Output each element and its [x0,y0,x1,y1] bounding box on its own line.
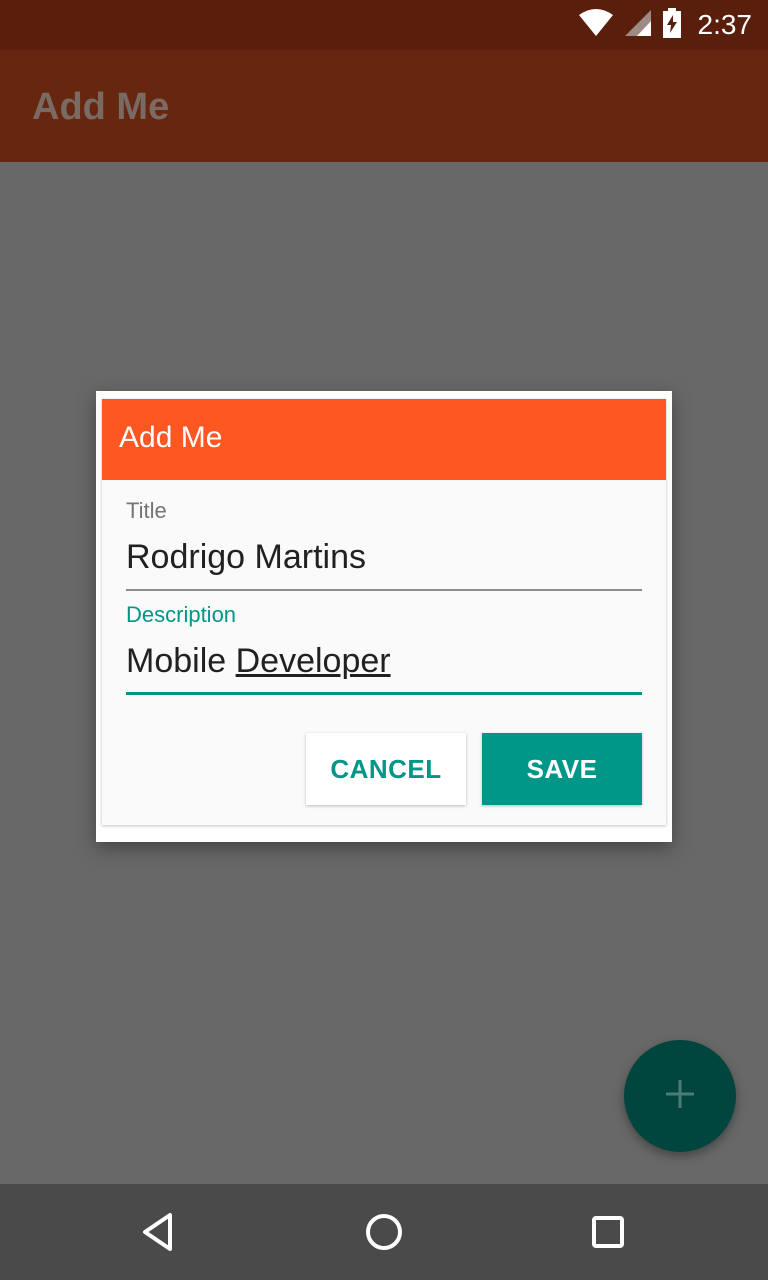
home-icon[interactable] [360,1208,408,1256]
wifi-icon [578,8,614,42]
description-label: Description [126,602,237,627]
description-underline [126,692,642,695]
battery-charging-icon [662,7,682,43]
description-value-prefix: Mobile [126,642,236,680]
dialog-title: Add Me [119,421,223,454]
dialog-card: Add Me Title Description Mobile Develope… [102,399,666,825]
dialog-header: Add Me [102,399,666,480]
save-button[interactable]: SAVE [482,733,642,805]
title-underline [126,589,642,591]
back-icon[interactable] [136,1208,184,1256]
description-value-spellcheck: Developer [235,642,391,680]
add-me-dialog: Add Me Title Description Mobile Develope… [96,391,672,842]
add-fab-button[interactable] [624,1040,736,1152]
app-title: Add Me [32,86,170,128]
status-time: 2:37 [697,9,753,40]
plus-icon [664,1078,696,1115]
signal-icon [624,9,652,42]
app-bar: Add Me [0,50,768,162]
status-icons: 2:37 [578,0,753,50]
title-field[interactable] [126,533,642,581]
navigation-bar [0,1184,768,1280]
status-bar: 2:37 [0,0,768,50]
title-label: Title [126,498,167,523]
cancel-button[interactable]: CANCEL [306,733,466,805]
recents-icon[interactable] [584,1208,632,1256]
description-field[interactable]: Mobile Developer [126,637,391,685]
